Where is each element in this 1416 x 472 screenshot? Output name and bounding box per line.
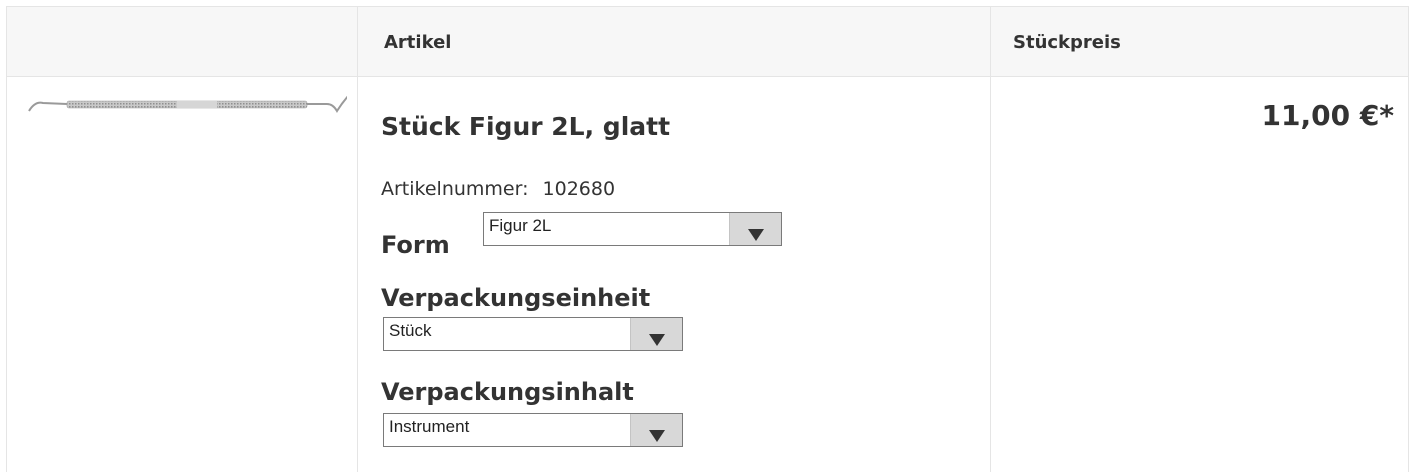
packaging-unit-label: Verpackungseinheit: [381, 284, 651, 312]
chevron-down-icon: [748, 229, 764, 241]
form-select-button[interactable]: [729, 213, 781, 245]
packaging-content-label: Verpackungsinhalt: [381, 378, 634, 406]
form-label: Form: [381, 231, 450, 259]
table-header: Artikel Stückpreis: [7, 7, 1408, 77]
unit-price: 11,00 €*: [1261, 99, 1394, 132]
column-divider: [357, 7, 358, 472]
product-title[interactable]: Stück Figur 2L, glatt: [381, 112, 670, 141]
column-divider: [990, 7, 991, 472]
packaging-unit-select-value: Stück: [389, 321, 432, 340]
article-number-label: Artikelnummer:: [381, 178, 529, 200]
packaging-content-select-value: Instrument: [389, 417, 470, 436]
header-unit-price: Stückpreis: [1013, 32, 1121, 53]
article-number-row: Artikelnummer: 102680: [381, 178, 615, 200]
packaging-unit-select-button[interactable]: [630, 318, 682, 350]
form-select-value: Figur 2L: [489, 216, 552, 235]
product-image[interactable]: [27, 91, 347, 121]
packaging-unit-select[interactable]: Stück: [383, 317, 683, 351]
packaging-content-select-button[interactable]: [630, 414, 682, 446]
cart-table: Artikel Stückpreis Stück Figur 2L, glatt…: [6, 6, 1409, 472]
form-select[interactable]: Figur 2L: [483, 212, 782, 246]
packaging-content-select[interactable]: Instrument: [383, 413, 683, 447]
chevron-down-icon: [649, 334, 665, 346]
article-number-value: 102680: [542, 178, 616, 200]
header-article: Artikel: [384, 32, 452, 53]
chevron-down-icon: [649, 430, 665, 442]
